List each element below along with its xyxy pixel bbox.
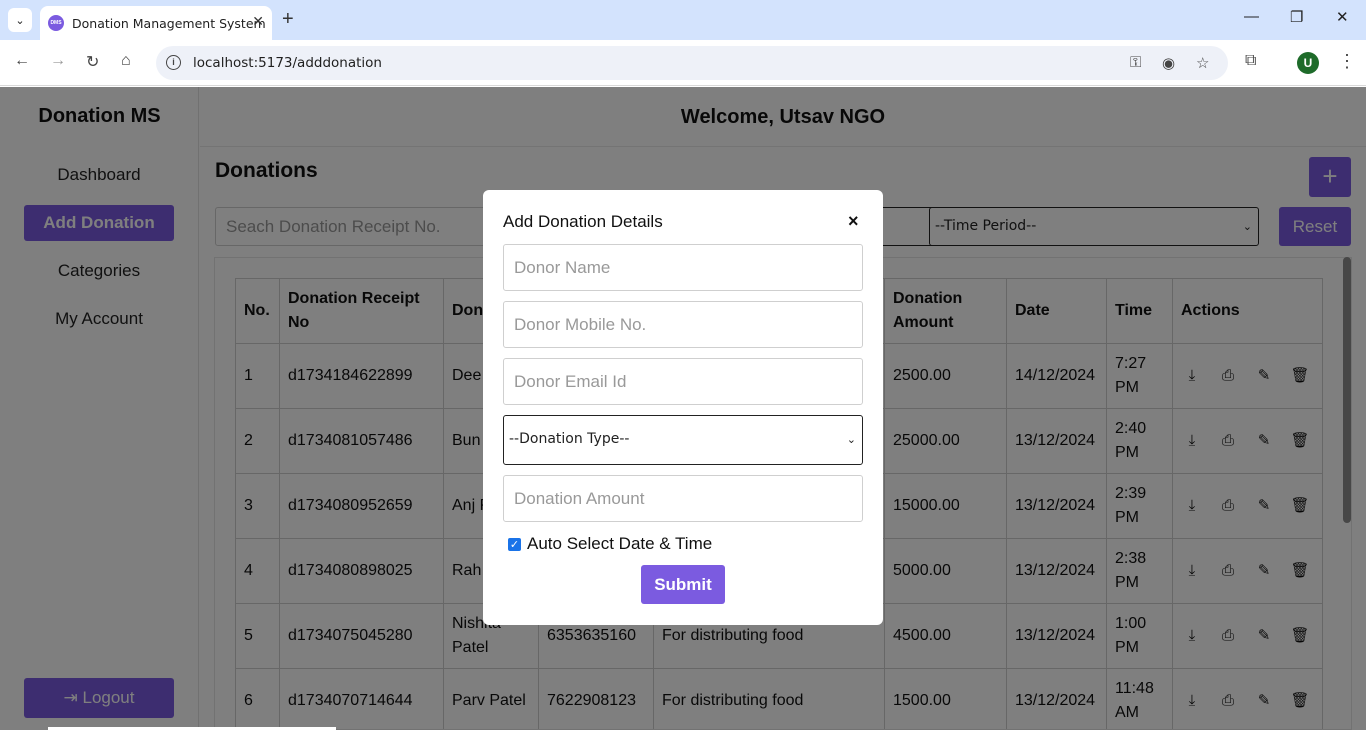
browser-tab-strip: ⌄ DMS Donation Management System ✕ + — ❐… bbox=[0, 0, 1366, 40]
chevron-down-icon: ⌄ bbox=[846, 433, 856, 446]
back-icon[interactable]: ← bbox=[14, 52, 30, 70]
restore-icon[interactable]: ❐ bbox=[1290, 8, 1303, 26]
eye-icon[interactable]: ◉ bbox=[1162, 54, 1175, 72]
donation-type-select[interactable]: --Donation Type-- ⌄ bbox=[503, 415, 863, 465]
site-info-icon[interactable]: i bbox=[166, 55, 181, 70]
tab-title: Donation Management System bbox=[72, 15, 266, 31]
extensions-icon[interactable]: ⧉ bbox=[1245, 52, 1256, 70]
auto-date-row: ✓ Auto Select Date & Time bbox=[508, 534, 712, 554]
browser-toolbar: ← → ↻ ⌂ i localhost:5173/adddonation ⚿ ◉… bbox=[0, 40, 1366, 86]
new-tab-icon[interactable]: + bbox=[282, 8, 294, 30]
minimize-icon[interactable]: — bbox=[1244, 8, 1259, 25]
donor-mobile-input[interactable]: Donor Mobile No. bbox=[503, 301, 863, 348]
window-close-icon[interactable]: ✕ bbox=[1336, 8, 1349, 26]
donation-amount-input[interactable]: Donation Amount bbox=[503, 475, 863, 522]
tab-search-icon[interactable]: ⌄ bbox=[8, 8, 32, 32]
close-icon[interactable]: × bbox=[848, 211, 859, 232]
browser-tab[interactable]: DMS Donation Management System ✕ bbox=[40, 6, 272, 40]
add-donation-modal: Add Donation Details × Donor Name Donor … bbox=[483, 190, 883, 625]
profile-avatar[interactable]: U bbox=[1297, 52, 1319, 74]
address-bar[interactable]: i localhost:5173/adddonation ⚿ ◉ ☆ bbox=[156, 46, 1228, 80]
donor-email-input[interactable]: Donor Email Id bbox=[503, 358, 863, 405]
forward-icon[interactable]: → bbox=[50, 52, 66, 70]
submit-button[interactable]: Submit bbox=[641, 565, 725, 604]
donation-type-value: --Donation Type-- bbox=[509, 431, 630, 447]
reload-icon[interactable]: ↻ bbox=[86, 52, 99, 72]
donor-name-input[interactable]: Donor Name bbox=[503, 244, 863, 291]
modal-title: Add Donation Details bbox=[503, 212, 663, 231]
url-text[interactable]: localhost:5173/adddonation bbox=[193, 55, 382, 71]
menu-icon[interactable]: ⋮ bbox=[1338, 51, 1356, 72]
key-icon[interactable]: ⚿ bbox=[1130, 54, 1141, 71]
tab-close-icon[interactable]: ✕ bbox=[252, 13, 264, 30]
auto-date-checkbox[interactable]: ✓ bbox=[508, 537, 521, 551]
auto-date-label[interactable]: Auto Select Date & Time bbox=[527, 534, 712, 554]
favicon-icon: DMS bbox=[48, 15, 64, 31]
star-icon[interactable]: ☆ bbox=[1196, 54, 1209, 72]
home-icon[interactable]: ⌂ bbox=[121, 52, 131, 70]
